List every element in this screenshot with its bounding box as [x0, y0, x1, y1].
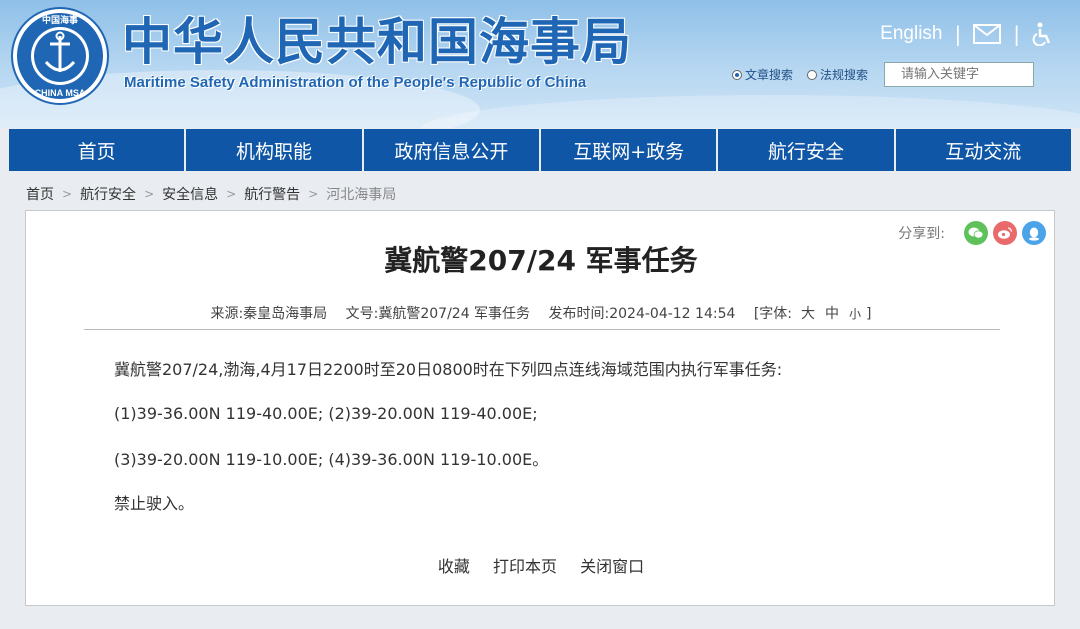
main-nav: 首页 机构职能 政府信息公开 互联网+政务 航行安全 互动交流	[9, 129, 1071, 171]
font-size-label: [字体:	[753, 306, 793, 322]
chevron-right-icon: >	[144, 187, 155, 201]
breadcrumb-nav-warnings[interactable]: 航行警告	[244, 184, 300, 204]
msa-logo-icon[interactable]: 中国海事 CHINA MSA	[10, 6, 110, 106]
english-link[interactable]: English	[880, 23, 942, 45]
favorite-button[interactable]: 收藏	[438, 557, 470, 576]
article-panel: 分享到: 冀航警207/24 军事任务 来源:秦皇岛海事局 文号:冀航警207/…	[25, 210, 1055, 606]
font-size-large-button[interactable]: 大	[801, 306, 815, 322]
article-actions: 收藏 打印本页 关闭窗口	[26, 553, 1056, 577]
radio-icon	[807, 69, 818, 80]
site-title-en: Maritime Safety Administration of the Pe…	[124, 74, 587, 91]
nav-item-home[interactable]: 首页	[9, 129, 187, 171]
article-publish-time: 发布时间:2024-04-12 14:54	[548, 306, 736, 322]
site-header: 中国海事 CHINA MSA 中华人民共和国海事局 Maritime Safet…	[0, 0, 1080, 128]
nav-item-navigation-safety[interactable]: 航行安全	[718, 129, 896, 171]
nav-item-functions[interactable]: 机构职能	[186, 129, 364, 171]
mail-icon[interactable]	[973, 24, 1002, 44]
site-title-cn[interactable]: 中华人民共和国海事局	[122, 12, 632, 72]
font-size-bracket: ]	[866, 306, 872, 322]
article-title: 冀航警207/24 军事任务	[384, 244, 698, 277]
search-bar: 文章搜索 法规搜索	[732, 62, 1035, 87]
logo-text-top: 中国海事	[42, 14, 78, 26]
header-wave-decoration	[420, 95, 1080, 128]
article-paragraph: 禁止驶入。	[114, 494, 195, 513]
article-paragraph: 冀航警207/24,渤海,4月17日2200时至20日0800时在下列四点连线海…	[114, 360, 783, 379]
search-option-label: 法规搜索	[820, 68, 869, 82]
nav-item-interaction[interactable]: 互动交流	[895, 129, 1071, 171]
article-paragraph: (3)39-20.00N 119-10.00E; (4)39-36.00N 11…	[114, 450, 549, 469]
article-paragraph: (1)39-36.00N 119-40.00E; (2)39-20.00N 11…	[114, 404, 538, 423]
article-doc-no: 文号:冀航警207/24 军事任务	[345, 306, 531, 322]
search-option-regulation[interactable]: 法规搜索	[807, 66, 868, 83]
breadcrumb-home[interactable]: 首页	[26, 184, 54, 204]
font-size-small-button[interactable]: 小	[849, 307, 861, 321]
article-source: 来源:秦皇岛海事局	[210, 306, 328, 322]
top-links: English | |	[880, 22, 1052, 46]
breadcrumb-navigation-safety[interactable]: 航行安全	[80, 184, 136, 204]
breadcrumb: 首页 > 航行安全 > 安全信息 > 航行警告 > 河北海事局	[26, 184, 396, 204]
chevron-right-icon: >	[62, 187, 73, 201]
nav-item-internet-gov[interactable]: 互联网+政务	[540, 129, 719, 171]
article-meta: 来源:秦皇岛海事局 文号:冀航警207/24 军事任务 发布时间:2024-04…	[26, 303, 1056, 323]
chevron-right-icon: >	[308, 187, 319, 201]
breadcrumb-hebei-msa[interactable]: 河北海事局	[326, 184, 396, 204]
nav-item-gov-info[interactable]: 政府信息公开	[363, 129, 541, 171]
separator: |	[954, 22, 962, 46]
search-option-label: 文章搜索	[745, 68, 794, 82]
divider	[84, 329, 1000, 330]
search-option-article[interactable]: 文章搜索	[732, 66, 793, 83]
close-window-button[interactable]: 关闭窗口	[580, 557, 644, 576]
font-size-medium-button[interactable]: 中	[825, 306, 839, 322]
radio-selected-icon	[732, 69, 742, 80]
search-input[interactable]	[884, 62, 1035, 87]
separator: |	[1013, 22, 1020, 46]
print-button[interactable]: 打印本页	[493, 557, 557, 576]
logo-text-bottom: CHINA MSA	[35, 88, 86, 98]
breadcrumb-safety-info[interactable]: 安全信息	[162, 184, 218, 204]
chevron-right-icon: >	[226, 187, 237, 201]
accessibility-icon[interactable]	[1032, 22, 1052, 46]
